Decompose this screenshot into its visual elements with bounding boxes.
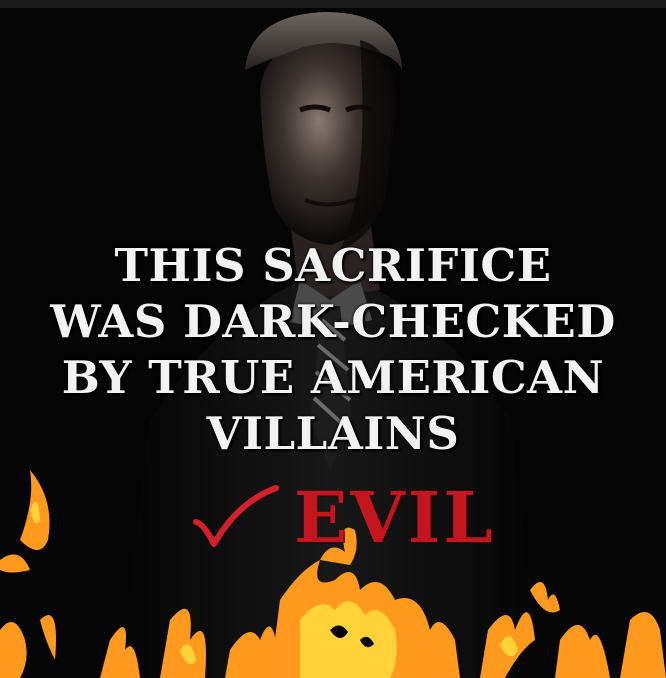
evil-label: EVIL — [294, 476, 496, 559]
headline-line-3: BY TRUE AMERICAN — [61, 351, 605, 404]
check-mark-icon — [193, 485, 279, 547]
meme-poster: THIS SACRIFICE WAS DARK-CHECKED BY TRUE … — [0, 0, 666, 678]
evil-check-row: EVIL — [190, 478, 520, 558]
headline-line-4: VILLAINS — [206, 407, 460, 460]
headline-line-2: WAS DARK-CHECKED — [50, 295, 616, 348]
headline-line-1: THIS SACRIFICE — [114, 239, 552, 292]
headline-text: THIS SACRIFICE WAS DARK-CHECKED BY TRUE … — [0, 238, 666, 462]
